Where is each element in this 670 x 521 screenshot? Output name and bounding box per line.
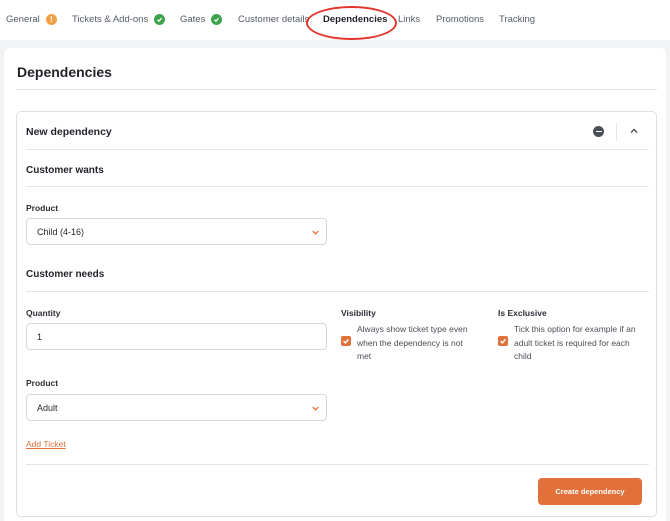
text-line: child — [514, 351, 532, 361]
visibility-label: Visibility — [341, 308, 376, 318]
dependency-card: New dependency Customer wants Product Ch… — [16, 111, 657, 517]
visibility-checkbox[interactable] — [341, 336, 351, 346]
select-value: Adult — [37, 402, 58, 413]
create-dependency-button[interactable]: Create dependency — [538, 478, 642, 505]
main-panel: Dependencies New dependency Customer wan… — [4, 48, 666, 521]
input-value: 1 — [37, 331, 43, 342]
chevron-up-icon[interactable] — [628, 125, 640, 137]
tab-promotions[interactable]: Promotions — [436, 14, 484, 25]
visibility-option: Always show ticket type even when the de… — [341, 323, 468, 364]
chevron-down-icon — [312, 406, 319, 411]
quantity-input[interactable]: 1 — [26, 323, 327, 350]
wants-product-select[interactable]: Child (4-16) — [26, 218, 327, 245]
visibility-description: Always show ticket type even when the de… — [357, 323, 468, 364]
needs-product-select[interactable]: Adult — [26, 394, 327, 421]
text-line: when the dependency is not — [357, 337, 463, 348]
text-line: Always show ticket type even — [357, 324, 468, 334]
exclusive-option: Tick this option for example if an adult… — [498, 323, 636, 364]
divider — [616, 123, 617, 141]
tab-gates[interactable]: Gates — [180, 14, 223, 25]
tab-links[interactable]: Links — [398, 14, 420, 25]
customer-needs-title: Customer needs — [26, 269, 105, 280]
divider — [26, 291, 649, 292]
tab-label: Tickets & Add-ons — [72, 14, 149, 25]
exclusive-checkbox[interactable] — [498, 336, 508, 346]
checkmark-icon — [211, 14, 223, 25]
tab-label: Tracking — [499, 14, 536, 25]
tab-general[interactable]: General ! — [6, 14, 57, 25]
customer-wants-title: Customer wants — [26, 165, 104, 176]
annotation-circle — [306, 6, 397, 40]
tab-bar: General ! Tickets & Add-ons Gates Custom… — [0, 0, 670, 40]
tab-tickets-addons[interactable]: Tickets & Add-ons — [72, 14, 166, 25]
quantity-label: Quantity — [26, 308, 61, 318]
tab-customer-details[interactable]: Customer details — [238, 14, 309, 25]
remove-icon[interactable] — [593, 126, 604, 137]
text-line: met — [357, 351, 372, 361]
text-line: adult ticket is required for each — [514, 337, 630, 348]
text-line: Tick this option for example if an — [514, 324, 636, 334]
tab-label: Gates — [180, 14, 206, 25]
divider — [26, 464, 649, 465]
divider — [26, 149, 649, 150]
tab-tracking[interactable]: Tracking — [499, 14, 535, 25]
checkmark-icon — [500, 338, 506, 344]
divider — [16, 89, 657, 90]
divider — [26, 186, 649, 187]
tab-label: Promotions — [436, 14, 485, 25]
add-ticket-link[interactable]: Add Ticket — [26, 439, 66, 449]
warning-icon: ! — [45, 14, 57, 25]
checkmark-icon — [154, 14, 166, 25]
exclusive-label: Is Exclusive — [498, 308, 547, 318]
dependency-title: New dependency — [26, 126, 112, 138]
page-title: Dependencies — [17, 64, 112, 80]
product-label: Product — [26, 378, 59, 388]
tab-label: Links — [398, 14, 421, 25]
tab-label: Customer details — [238, 14, 310, 25]
tab-label: General — [6, 14, 40, 25]
checkmark-icon — [343, 338, 349, 344]
chevron-down-icon — [312, 230, 319, 235]
select-value: Child (4-16) — [37, 226, 85, 237]
product-label: Product — [26, 203, 59, 213]
exclusive-description: Tick this option for example if an adult… — [514, 323, 636, 364]
